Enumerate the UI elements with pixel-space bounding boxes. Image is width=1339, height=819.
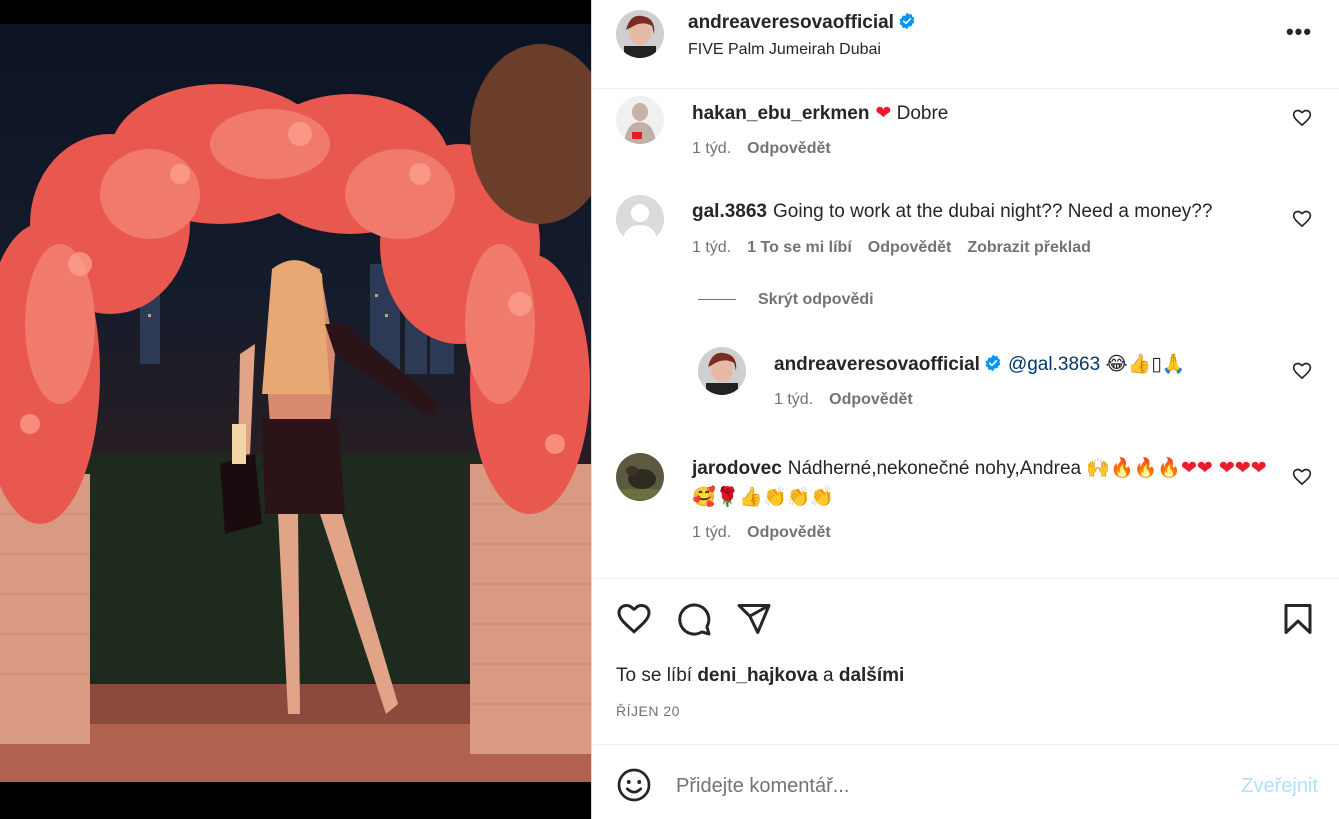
comment-content: Going to work at the dubai night?? Need …: [773, 201, 1213, 222]
reply-time[interactable]: 1 týd.: [774, 391, 813, 408]
emoji-icon[interactable]: [616, 767, 652, 803]
reply-button[interactable]: Odpovědět: [829, 391, 913, 408]
comment-time[interactable]: 1 týd.: [692, 239, 731, 256]
post-actions: To se líbí deni_hajkova a dalšími ŘÍJEN …: [592, 578, 1339, 744]
comment-text: jarodovec Nádherné,nekonečné nohy,Andrea …: [692, 454, 1272, 512]
likes-user[interactable]: deni_hajkova: [697, 665, 817, 686]
comment-username[interactable]: hakan_ebu_erkmen: [692, 103, 869, 124]
comment-item: jarodovec Nádherné,nekonečné nohy,Andrea …: [616, 453, 1316, 553]
comment-like-icon[interactable]: [1292, 467, 1312, 487]
author-avatar[interactable]: [616, 10, 664, 58]
bookmark-icon[interactable]: [1280, 601, 1316, 637]
post-date[interactable]: ŘÍJEN 20: [616, 703, 680, 719]
post-media: [0, 0, 591, 819]
comment-meta: 1 týd. Odpovědět: [692, 140, 847, 158]
comment-icon[interactable]: [676, 601, 712, 637]
reply-like-icon[interactable]: [1292, 361, 1312, 381]
likes-others[interactable]: dalšími: [839, 665, 904, 686]
comment-meta: 1 týd. Odpovědět: [692, 524, 847, 542]
comment-time[interactable]: 1 týd.: [692, 140, 731, 157]
comment-input[interactable]: [676, 769, 1206, 803]
replies-divider: [698, 299, 736, 301]
hide-replies-button[interactable]: Skrýt odpovědi: [698, 291, 874, 309]
reply-username-text[interactable]: andreaveresovaofficial: [774, 354, 980, 375]
reply-button[interactable]: Odpovědět: [868, 239, 952, 256]
likes-and: a: [823, 665, 834, 686]
post-header: andreaveresovaofficial FIVE Palm Jumeira…: [592, 0, 1339, 89]
comment-item: gal.3863 Going to work at the dubai night…: [616, 195, 1316, 267]
likes-prefix: To se líbí: [616, 665, 693, 686]
comment-meta: 1 týd. 1 To se mi líbí Odpovědět Zobrazit p…: [692, 239, 1107, 257]
comment-content: Dobre: [896, 103, 949, 124]
reply-text: andreaveresovaofficial @gal.3863 😂👍▯🙏: [774, 350, 1254, 379]
replier-avatar[interactable]: [698, 347, 746, 395]
comment-text: hakan_ebu_erkmen ❤ Dobre: [692, 99, 1272, 128]
comment-like-icon[interactable]: [1292, 108, 1312, 128]
author-username-text[interactable]: andreaveresovaofficial: [688, 12, 894, 33]
reply-item: andreaveresovaofficial @gal.3863 😂👍▯🙏 1 t…: [698, 347, 1316, 419]
share-icon[interactable]: [736, 601, 772, 637]
reply-meta: 1 týd. Odpovědět: [774, 391, 929, 409]
reply-emojis: 😂👍▯🙏: [1105, 353, 1186, 375]
post-sidebar: andreaveresovaofficial FIVE Palm Jumeira…: [591, 0, 1339, 819]
comment-item: hakan_ebu_erkmen ❤ Dobre 1 týd. Odpovědět: [616, 96, 1316, 168]
hide-replies-label[interactable]: Skrýt odpovědi: [758, 291, 874, 308]
verified-badge-icon: [985, 354, 1001, 372]
likes-summary: To se líbí deni_hajkova a dalšími: [616, 665, 904, 687]
comment-likes-count[interactable]: 1 To se mi líbí: [747, 239, 852, 256]
commenter-avatar[interactable]: [616, 96, 664, 144]
post-modal: andreaveresovaofficial FIVE Palm Jumeira…: [0, 0, 1339, 819]
translate-button[interactable]: Zobrazit překlad: [967, 239, 1091, 256]
comment-like-icon[interactable]: [1292, 209, 1312, 229]
post-photo[interactable]: [0, 24, 591, 782]
reply-button[interactable]: Odpovědět: [747, 140, 831, 157]
comment-content: Nádherné,nekonečné nohy,Andrea: [787, 458, 1082, 479]
commenter-avatar[interactable]: [616, 195, 664, 243]
verified-badge-icon: [899, 12, 915, 30]
heart-icon[interactable]: [616, 601, 652, 637]
heart-emoji: ❤: [875, 102, 892, 124]
post-comment-button[interactable]: Zveřejnit: [1241, 775, 1318, 798]
post-location[interactable]: FIVE Palm Jumeirah Dubai: [688, 41, 881, 59]
photo-illustration: [0, 44, 591, 782]
mention-link[interactable]: @gal.3863: [1008, 354, 1100, 375]
comment-composer: Zveřejnit: [592, 744, 1339, 819]
commenter-avatar[interactable]: [616, 453, 664, 501]
comment-time[interactable]: 1 týd.: [692, 524, 731, 541]
reply-button[interactable]: Odpovědět: [747, 524, 831, 541]
reply-username[interactable]: andreaveresovaofficial: [774, 354, 1002, 375]
comment-username[interactable]: jarodovec: [692, 458, 782, 479]
comment-username[interactable]: gal.3863: [692, 201, 767, 222]
more-options-icon[interactable]: •••: [1284, 21, 1314, 46]
comment-text: gal.3863 Going to work at the dubai night…: [692, 198, 1272, 226]
comments-list: hakan_ebu_erkmen ❤ Dobre 1 týd. Odpovědět: [592, 89, 1339, 578]
author-username[interactable]: andreaveresovaofficial: [688, 12, 916, 34]
